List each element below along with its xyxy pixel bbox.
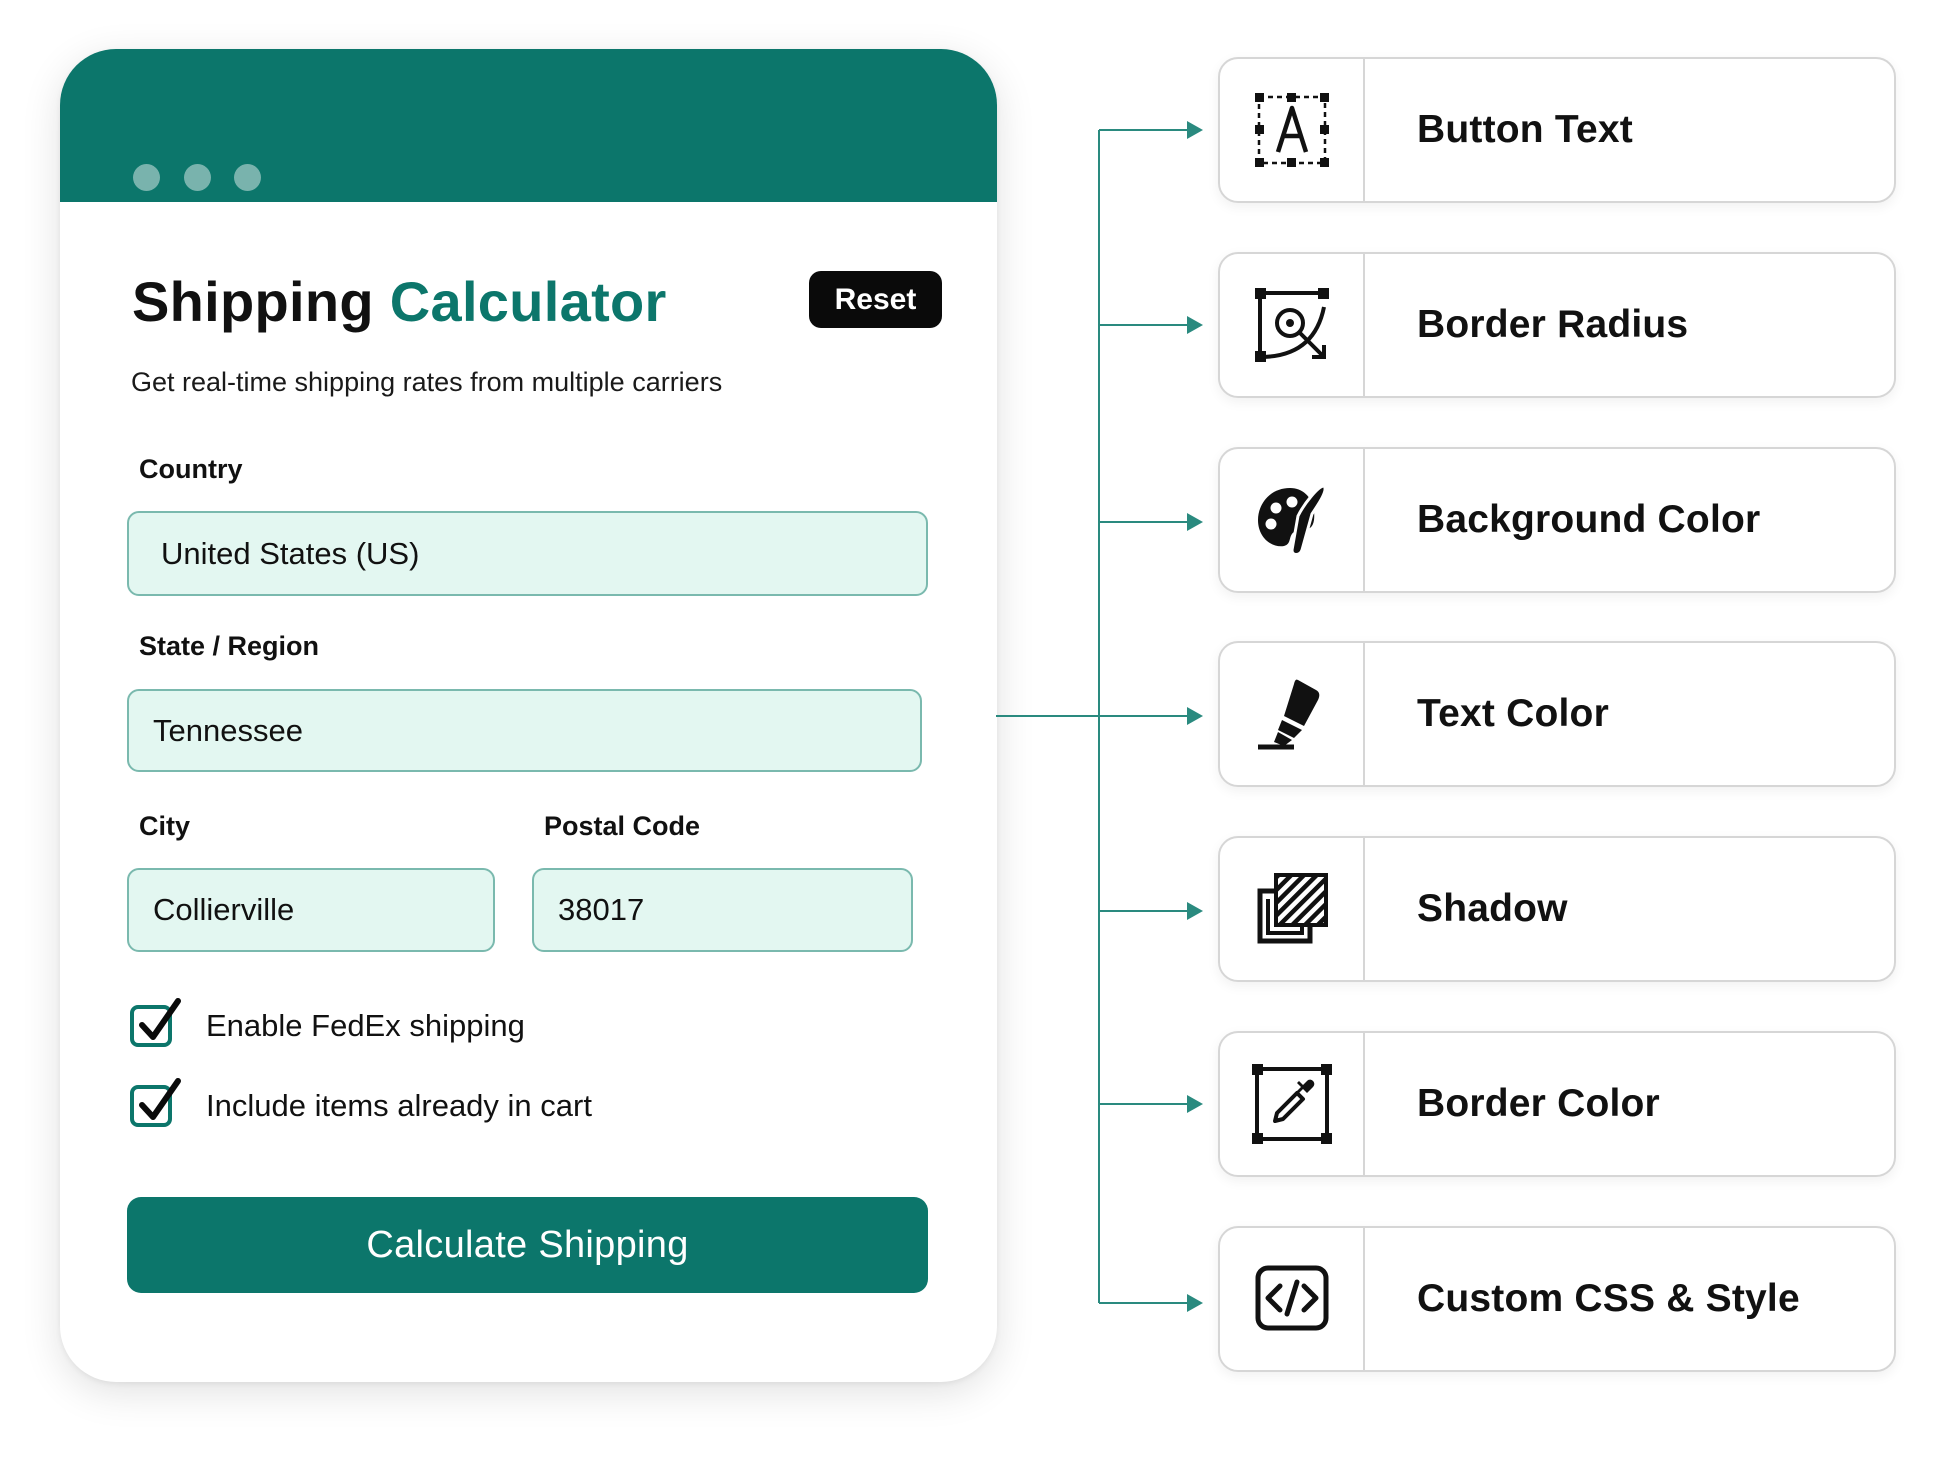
border-radius-icon (1254, 288, 1329, 362)
color-picker-icon (1251, 1064, 1332, 1144)
feature-label: Custom CSS & Style (1417, 1277, 1800, 1320)
feature-label: Button Text (1417, 108, 1633, 151)
feature-label: Shadow (1417, 887, 1568, 930)
feature-label: Border Radius (1417, 303, 1689, 346)
feature-background-color[interactable]: Background Color (1218, 447, 1896, 593)
palette-icon (1257, 484, 1326, 556)
feature-button-text[interactable]: Button Text (1218, 57, 1896, 203)
feature-text-color[interactable]: Text Color (1218, 641, 1896, 787)
feature-custom-css[interactable]: Custom CSS & Style (1218, 1226, 1896, 1372)
feature-label: Background Color (1417, 498, 1761, 541)
feature-border-color[interactable]: Border Color (1218, 1031, 1896, 1177)
marker-icon (1257, 679, 1319, 750)
feature-label: Border Color (1417, 1082, 1660, 1125)
code-icon (1255, 1265, 1328, 1331)
text-select-icon (1254, 93, 1329, 167)
shadow-icon (1257, 873, 1328, 944)
feature-border-radius[interactable]: Border Radius (1218, 252, 1896, 398)
feature-shadow[interactable]: Shadow (1218, 836, 1896, 982)
feature-label: Text Color (1417, 692, 1609, 735)
